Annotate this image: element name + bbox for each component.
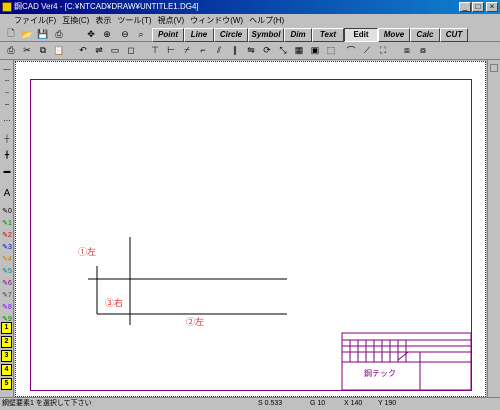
label-1-left[interactable]: ①左 bbox=[78, 245, 96, 258]
status-message: 鋼壁要素1 を選択して下さい bbox=[2, 400, 92, 407]
status-scale: S 0.533 bbox=[258, 400, 283, 407]
label-2-left[interactable]: ②左 bbox=[186, 315, 204, 328]
drawing-layer bbox=[88, 237, 472, 391]
status-grid: G 10 bbox=[310, 400, 326, 407]
status-y: Y 190 bbox=[378, 400, 397, 407]
status-x: X 140 bbox=[344, 400, 363, 407]
title-block-company: 鋼テック bbox=[364, 369, 396, 378]
label-3-right[interactable]: ③右 bbox=[105, 296, 123, 309]
status-bar: 鋼壁要素1 を選択して下さい S 0.533 G 10 X 140 Y 190 bbox=[0, 397, 500, 409]
